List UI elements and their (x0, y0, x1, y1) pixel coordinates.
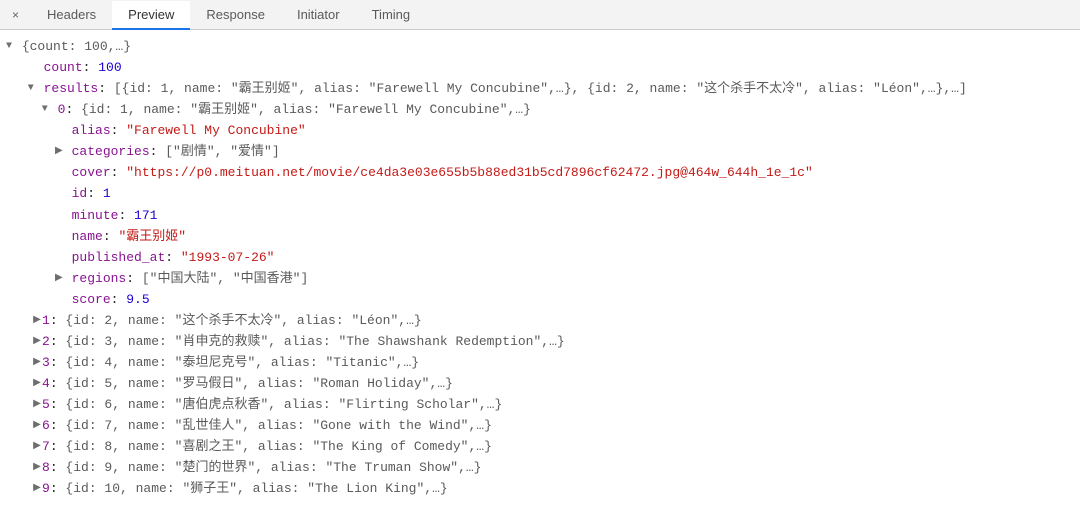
chevron-right-icon[interactable]: ▶ (32, 352, 42, 373)
json-key: categories (72, 144, 150, 159)
chevron-right-icon[interactable]: ▶ (32, 331, 42, 352)
chevron-right-icon[interactable]: ▶ (32, 457, 42, 478)
chevron-right-icon[interactable]: ▶ (32, 415, 42, 436)
json-key: 9 (42, 481, 50, 496)
json-value: ["中国大陆", "中国香港"] (142, 271, 308, 286)
tree-row-id[interactable]: ▶ id: 1 (4, 183, 1076, 204)
json-key: score (72, 292, 111, 307)
tree-row-item[interactable]: ▶5: {id: 6, name: "唐伯虎点秋香", alias: "Flir… (4, 394, 1076, 415)
json-key: minute (72, 208, 119, 223)
json-key: count (44, 60, 83, 75)
json-value: "https://p0.meituan.net/movie/ce4da3e03e… (126, 165, 813, 180)
tree-row-score[interactable]: ▶ score: 9.5 (4, 289, 1076, 310)
close-icon[interactable]: × (0, 8, 31, 22)
json-key: 8 (42, 460, 50, 475)
devtools-tabs: × Headers Preview Response Initiator Tim… (0, 0, 1080, 30)
chevron-right-icon[interactable]: ▶ (54, 141, 64, 162)
tree-row-published[interactable]: ▶ published_at: "1993-07-26" (4, 247, 1076, 268)
json-key: 5 (42, 397, 50, 412)
chevron-right-icon[interactable]: ▶ (32, 394, 42, 415)
chevron-right-icon[interactable]: ▶ (32, 478, 42, 499)
json-value: {id: 1, name: "霸王别姬", alias: "Farewell M… (81, 102, 531, 117)
json-key: regions (72, 271, 127, 286)
tree-row-item-0[interactable]: ▼ 0: {id: 1, name: "霸王别姬", alias: "Farew… (4, 99, 1076, 120)
tree-row-regions[interactable]: ▶ regions: ["中国大陆", "中国香港"] (4, 268, 1076, 289)
json-value: "Farewell My Concubine" (126, 123, 305, 138)
chevron-right-icon[interactable]: ▶ (32, 373, 42, 394)
json-value: "霸王别姬" (118, 229, 186, 244)
tree-row-root[interactable]: ▼ {count: 100,…} (4, 36, 1076, 57)
tree-row-item[interactable]: ▶6: {id: 7, name: "乱世佳人", alias: "Gone w… (4, 415, 1076, 436)
json-value: 9.5 (126, 292, 149, 307)
tree-row-alias[interactable]: ▶ alias: "Farewell My Concubine" (4, 120, 1076, 141)
json-value: {id: 10, name: "狮子王", alias: "The Lion K… (65, 481, 447, 496)
json-value: 171 (134, 208, 157, 223)
root-summary: {count: 100,…} (22, 39, 131, 54)
json-key: cover (72, 165, 111, 180)
tree-row-item[interactable]: ▶2: {id: 3, name: "肖申克的救赎", alias: "The … (4, 331, 1076, 352)
json-key: name (72, 229, 103, 244)
json-value: ["剧情", "爱情"] (165, 144, 279, 159)
json-preview-tree: ▼ {count: 100,…} ▶ count: 100 ▼ results:… (0, 30, 1080, 518)
json-value: {id: 4, name: "泰坦尼克号", alias: "Titanic",… (65, 355, 419, 370)
tab-initiator[interactable]: Initiator (281, 0, 356, 29)
tree-row-name[interactable]: ▶ name: "霸王别姬" (4, 226, 1076, 247)
tree-row-results[interactable]: ▼ results: [{id: 1, name: "霸王别姬", alias:… (4, 78, 1076, 99)
json-key: 7 (42, 439, 50, 454)
json-key: alias (72, 123, 111, 138)
tab-response[interactable]: Response (190, 0, 281, 29)
json-value: {id: 8, name: "喜剧之王", alias: "The King o… (65, 439, 491, 454)
chevron-down-icon[interactable]: ▼ (26, 78, 36, 99)
json-key: published_at (72, 250, 166, 265)
tree-row-item[interactable]: ▶7: {id: 8, name: "喜剧之王", alias: "The Ki… (4, 436, 1076, 457)
chevron-right-icon[interactable]: ▶ (54, 268, 64, 289)
tab-headers[interactable]: Headers (31, 0, 112, 29)
tab-timing[interactable]: Timing (356, 0, 427, 29)
tree-row-item[interactable]: ▶3: {id: 4, name: "泰坦尼克号", alias: "Titan… (4, 352, 1076, 373)
json-value: {id: 7, name: "乱世佳人", alias: "Gone with … (65, 418, 491, 433)
json-value: 1 (103, 186, 111, 201)
json-key: 6 (42, 418, 50, 433)
tree-row-item[interactable]: ▶1: {id: 2, name: "这个杀手不太冷", alias: "Léo… (4, 310, 1076, 331)
tree-row-count[interactable]: ▶ count: 100 (4, 57, 1076, 78)
json-value: [{id: 1, name: "霸王别姬", alias: "Farewell … (114, 81, 967, 96)
json-key: 2 (42, 334, 50, 349)
tree-row-cover[interactable]: ▶ cover: "https://p0.meituan.net/movie/c… (4, 162, 1076, 183)
json-value: {id: 9, name: "楚门的世界", alias: "The Truma… (65, 460, 481, 475)
json-value: "1993-07-26" (181, 250, 275, 265)
tab-preview[interactable]: Preview (112, 1, 190, 30)
json-value: {id: 2, name: "这个杀手不太冷", alias: "Léon",…… (65, 313, 421, 328)
tree-row-item[interactable]: ▶4: {id: 5, name: "罗马假日", alias: "Roman … (4, 373, 1076, 394)
json-value: 100 (98, 60, 121, 75)
json-value: {id: 5, name: "罗马假日", alias: "Roman Holi… (65, 376, 452, 391)
tree-row-item[interactable]: ▶8: {id: 9, name: "楚门的世界", alias: "The T… (4, 457, 1076, 478)
chevron-down-icon[interactable]: ▼ (4, 36, 14, 57)
tree-row-item[interactable]: ▶9: {id: 10, name: "狮子王", alias: "The Li… (4, 478, 1076, 499)
chevron-right-icon[interactable]: ▶ (32, 436, 42, 457)
json-value: {id: 6, name: "唐伯虎点秋香", alias: "Flirting… (65, 397, 502, 412)
json-key: results (44, 81, 99, 96)
json-value: {id: 3, name: "肖申克的救赎", alias: "The Shaw… (65, 334, 564, 349)
json-key: 1 (42, 313, 50, 328)
json-key: 4 (42, 376, 50, 391)
json-key: id (72, 186, 88, 201)
json-key: 3 (42, 355, 50, 370)
tree-row-categories[interactable]: ▶ categories: ["剧情", "爱情"] (4, 141, 1076, 162)
chevron-right-icon[interactable]: ▶ (32, 310, 42, 331)
chevron-down-icon[interactable]: ▼ (40, 99, 50, 120)
tree-row-minute[interactable]: ▶ minute: 171 (4, 205, 1076, 226)
